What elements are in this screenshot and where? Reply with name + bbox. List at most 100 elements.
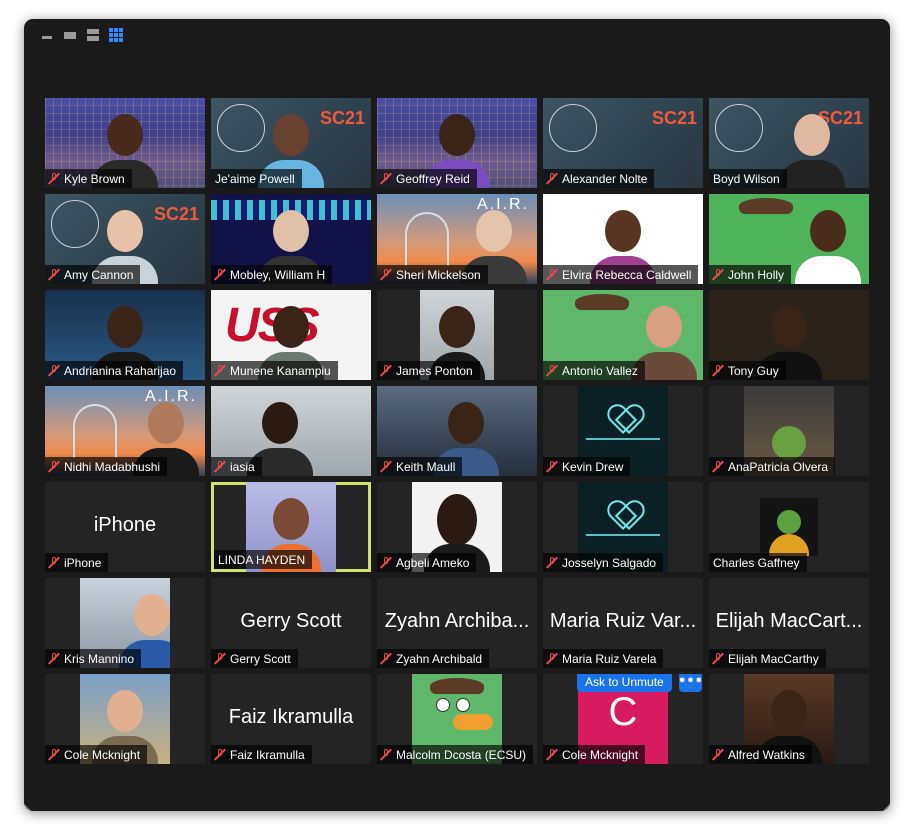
participant-tile[interactable]: Antonio Vallez: [543, 290, 703, 380]
participant-tile[interactable]: James Ponton: [377, 290, 537, 380]
participant-tile[interactable]: Elvira Rebecca Caldwell: [543, 194, 703, 284]
participant-name-label: Alexander Nolte: [543, 169, 655, 188]
participant-name-label: Je'aime Powell: [211, 169, 302, 188]
thumbnail-view-icon[interactable]: [63, 28, 77, 42]
video-feed: [760, 498, 818, 556]
muted-mic-icon: [215, 748, 225, 761]
muted-mic-icon: [381, 460, 391, 473]
participant-tile[interactable]: Cole Mcknight: [45, 674, 205, 764]
participant-tile[interactable]: Elijah MacCart... Elijah MacCarthy: [709, 578, 869, 668]
muted-mic-icon: [713, 652, 723, 665]
participant-name-label: Geoffrey Reid: [377, 169, 477, 188]
participant-tile[interactable]: AnaPatricia Olvera: [709, 386, 869, 476]
resize-handle-left[interactable]: [24, 797, 38, 811]
gallery-view-icon[interactable]: [109, 28, 123, 42]
participant-tile[interactable]: USS Munene Kanampiu: [211, 290, 371, 380]
muted-mic-icon: [49, 268, 59, 281]
muted-mic-icon: [49, 748, 59, 761]
resize-handle-right[interactable]: [876, 797, 890, 811]
participant-tile[interactable]: iasia: [211, 386, 371, 476]
participant-tile[interactable]: Alfred Watkins: [709, 674, 869, 764]
participant-tile[interactable]: Keith Maull: [377, 386, 537, 476]
muted-mic-icon: [713, 268, 723, 281]
participant-name-label: Malcolm Dcosta (ECSU): [377, 745, 534, 764]
muted-mic-icon: [215, 460, 225, 473]
muted-mic-icon: [547, 748, 557, 761]
participant-tile[interactable]: SC21 Amy Cannon: [45, 194, 205, 284]
muted-mic-icon: [49, 460, 59, 473]
participant-tile[interactable]: SC21 Je'aime Powell: [211, 98, 371, 188]
more-options-button[interactable]: •••: [678, 674, 703, 692]
participant-tile-active-speaker[interactable]: LINDA HAYDEN: [211, 482, 371, 572]
muted-mic-icon: [713, 364, 723, 377]
participant-tile[interactable]: Faiz Ikramulla Faiz Ikramulla: [211, 674, 371, 764]
participant-name-label: Boyd Wilson: [709, 169, 787, 188]
muted-mic-icon: [547, 556, 557, 569]
participant-tile-hovered[interactable]: C Ask to Unmute ••• Cole Mcknight: [543, 674, 703, 764]
participant-name-label: Antonio Vallez: [543, 361, 645, 380]
speaker-view-icon[interactable]: [86, 28, 100, 42]
participant-tile[interactable]: Kris Mannino: [45, 578, 205, 668]
participant-display-name: Gerry Scott: [240, 610, 342, 632]
participant-tile[interactable]: Malcolm Dcosta (ECSU): [377, 674, 537, 764]
participant-tile[interactable]: Geoffrey Reid: [377, 98, 537, 188]
participant-name-label: iasia: [211, 457, 262, 476]
participant-name-label: Faiz Ikramulla: [211, 745, 312, 764]
muted-mic-icon: [547, 460, 557, 473]
participant-name-label: AnaPatricia Olvera: [709, 457, 836, 476]
participant-tile[interactable]: Gerry Scott Gerry Scott: [211, 578, 371, 668]
muted-mic-icon: [215, 268, 225, 281]
participant-name-label: Gerry Scott: [211, 649, 298, 668]
participant-name-label: Elvira Rebecca Caldwell: [543, 265, 699, 284]
participant-tile[interactable]: Kyle Brown: [45, 98, 205, 188]
heart-icon: [609, 406, 637, 432]
participant-name-label: Kyle Brown: [45, 169, 132, 188]
participant-tile[interactable]: SC21 Boyd Wilson: [709, 98, 869, 188]
muted-mic-icon: [381, 172, 391, 185]
participant-name-label: Munene Kanampiu: [211, 361, 338, 380]
participant-tile[interactable]: Tony Guy: [709, 290, 869, 380]
participant-tile[interactable]: Maria Ruiz Var... Maria Ruiz Varela: [543, 578, 703, 668]
participant-name-label: Sheri Mickelson: [377, 265, 488, 284]
gallery-grid: Kyle Brown SC21 Je'aime Powell Geoffrey …: [45, 98, 869, 764]
participant-name-label: Nidhi Madabhushi: [45, 457, 168, 476]
muted-mic-icon: [381, 364, 391, 377]
participant-tile[interactable]: Agbeli Ameko: [377, 482, 537, 572]
participant-tile[interactable]: Zyahn Archiba... Zyahn Archibald: [377, 578, 537, 668]
participant-name-label: Andrianina Raharijao: [45, 361, 184, 380]
participant-name-label: Maria Ruiz Varela: [543, 649, 664, 668]
muted-mic-icon: [49, 556, 59, 569]
muted-mic-icon: [49, 172, 59, 185]
ask-to-unmute-button[interactable]: Ask to Unmute: [577, 674, 672, 692]
muted-mic-icon: [547, 364, 557, 377]
participant-name-label: Charles Gaffney: [709, 553, 807, 572]
participant-name-label: Josselyn Salgado: [543, 553, 664, 572]
participant-name-label: iPhone: [45, 553, 109, 572]
participant-tile[interactable]: SC21 Alexander Nolte: [543, 98, 703, 188]
heart-icon: [609, 502, 637, 528]
participant-name-label: Alfred Watkins: [709, 745, 812, 764]
muted-mic-icon: [215, 364, 225, 377]
muted-mic-icon: [713, 460, 723, 473]
participant-tile[interactable]: A.I.R. Nidhi Madabhushi: [45, 386, 205, 476]
participant-tile[interactable]: Josselyn Salgado: [543, 482, 703, 572]
participant-tile[interactable]: A.I.R. Sheri Mickelson: [377, 194, 537, 284]
muted-mic-icon: [381, 556, 391, 569]
minimize-icon[interactable]: [40, 28, 54, 42]
participant-tile[interactable]: John Holly: [709, 194, 869, 284]
participant-tile[interactable]: iPhone iPhone: [45, 482, 205, 572]
participant-display-name: Zyahn Archiba...: [384, 610, 530, 632]
participant-tile[interactable]: Kevin Drew: [543, 386, 703, 476]
muted-mic-icon: [49, 364, 59, 377]
participant-display-name: Maria Ruiz Var...: [549, 610, 697, 632]
participant-name-label: Zyahn Archibald: [377, 649, 490, 668]
bill-icon: [453, 714, 493, 730]
muted-mic-icon: [215, 652, 225, 665]
participant-name-label: Keith Maull: [377, 457, 463, 476]
muted-mic-icon: [381, 748, 391, 761]
participant-name-label: Amy Cannon: [45, 265, 141, 284]
participant-name-label: James Ponton: [377, 361, 480, 380]
participant-tile[interactable]: Charles Gaffney: [709, 482, 869, 572]
participant-tile[interactable]: Andrianina Raharijao: [45, 290, 205, 380]
participant-tile[interactable]: Mobley, William H: [211, 194, 371, 284]
